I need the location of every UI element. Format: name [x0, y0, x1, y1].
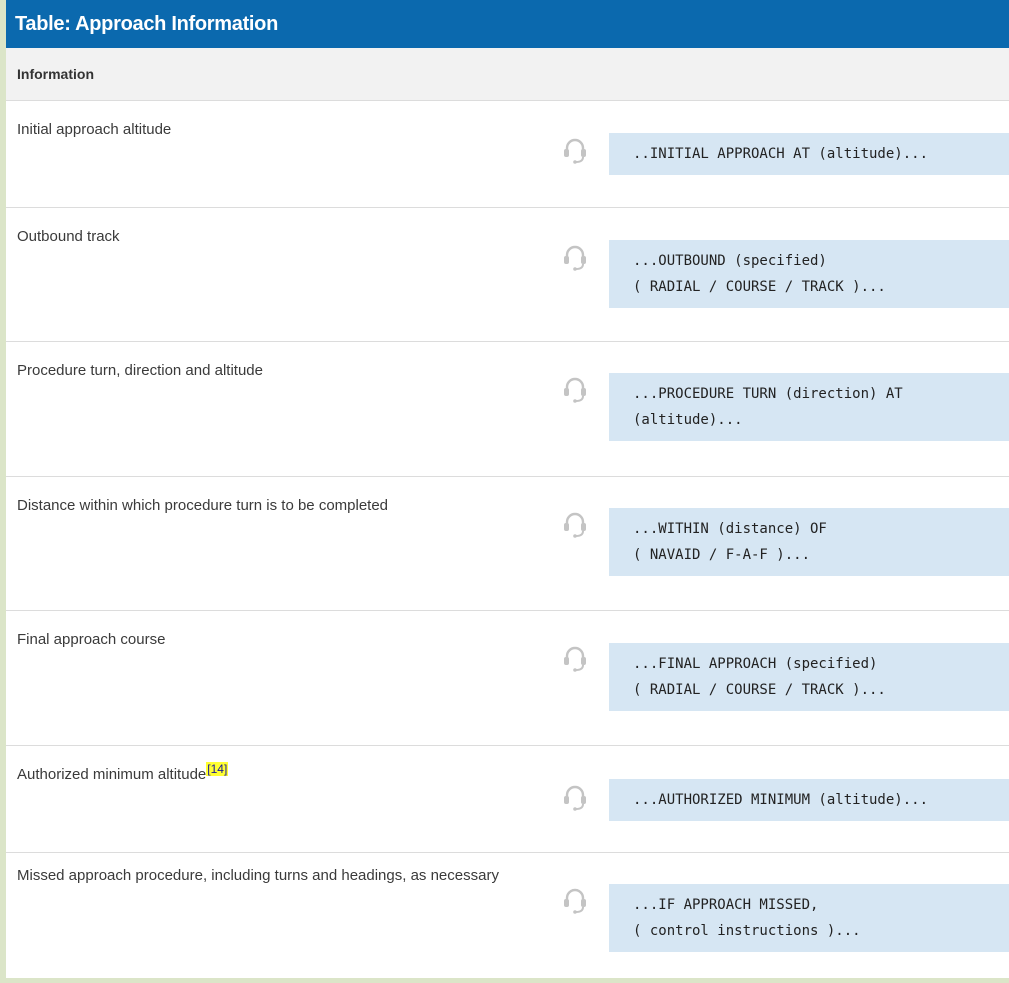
table-row: Final approach course ...FINAL APPROACH …	[6, 611, 1009, 746]
table-row: Procedure turn, direction and altitude .…	[6, 342, 1009, 477]
column-header: Information	[6, 48, 1009, 101]
table-row: Outbound track ...OUTBOUND (specified) (…	[6, 208, 1009, 342]
table-row: Initial approach altitude ..INITIAL APPR…	[6, 101, 1009, 208]
row-label: Outbound track	[17, 228, 120, 245]
approach-information-table: Table: Approach Information Information …	[6, 0, 1009, 978]
phraseology-box: ...WITHIN (distance) OF ( NAVAID / F-A-F…	[609, 508, 1009, 576]
headset-icon[interactable]	[560, 885, 590, 915]
phraseology-box: ...OUTBOUND (specified) ( RADIAL / COURS…	[609, 240, 1009, 308]
headset-icon[interactable]	[560, 374, 590, 404]
phraseology-box: ...AUTHORIZED MINIMUM (altitude)...	[609, 779, 1009, 821]
row-label: Missed approach procedure, including tur…	[17, 867, 499, 884]
headset-icon[interactable]	[560, 509, 590, 539]
row-label: Distance within which procedure turn is …	[17, 497, 389, 514]
row-label-text: Authorized minimum altitude	[17, 766, 207, 783]
table-row: Distance within which procedure turn is …	[6, 477, 1009, 611]
row-label: Authorized minimum altitude[14]	[17, 762, 537, 788]
headset-icon[interactable]	[560, 135, 590, 165]
headset-icon[interactable]	[560, 782, 590, 812]
row-label: Procedure turn, direction and altitude	[17, 362, 263, 379]
table-row: Authorized minimum altitude[14] ...AUTHO…	[6, 746, 1009, 853]
phraseology-box: ...PROCEDURE TURN (direction) AT (altitu…	[609, 373, 1009, 441]
row-label: Initial approach altitude	[17, 121, 172, 138]
phraseology-box: ..INITIAL APPROACH AT (altitude)...	[609, 133, 1009, 175]
column-header-text: Information	[17, 66, 94, 82]
row-label: Final approach course	[17, 631, 166, 648]
phraseology-box: ...FINAL APPROACH (specified) ( RADIAL /…	[609, 643, 1009, 711]
phraseology-box: ...IF APPROACH MISSED, ( control instruc…	[609, 884, 1009, 952]
table-title-text: Table: Approach Information	[15, 12, 279, 35]
footnote-reference[interactable]: [14]	[206, 762, 229, 776]
headset-icon[interactable]	[560, 242, 590, 272]
table-row: Missed approach procedure, including tur…	[6, 853, 1009, 978]
headset-icon[interactable]	[560, 643, 590, 673]
table-title: Table: Approach Information	[6, 0, 1009, 48]
